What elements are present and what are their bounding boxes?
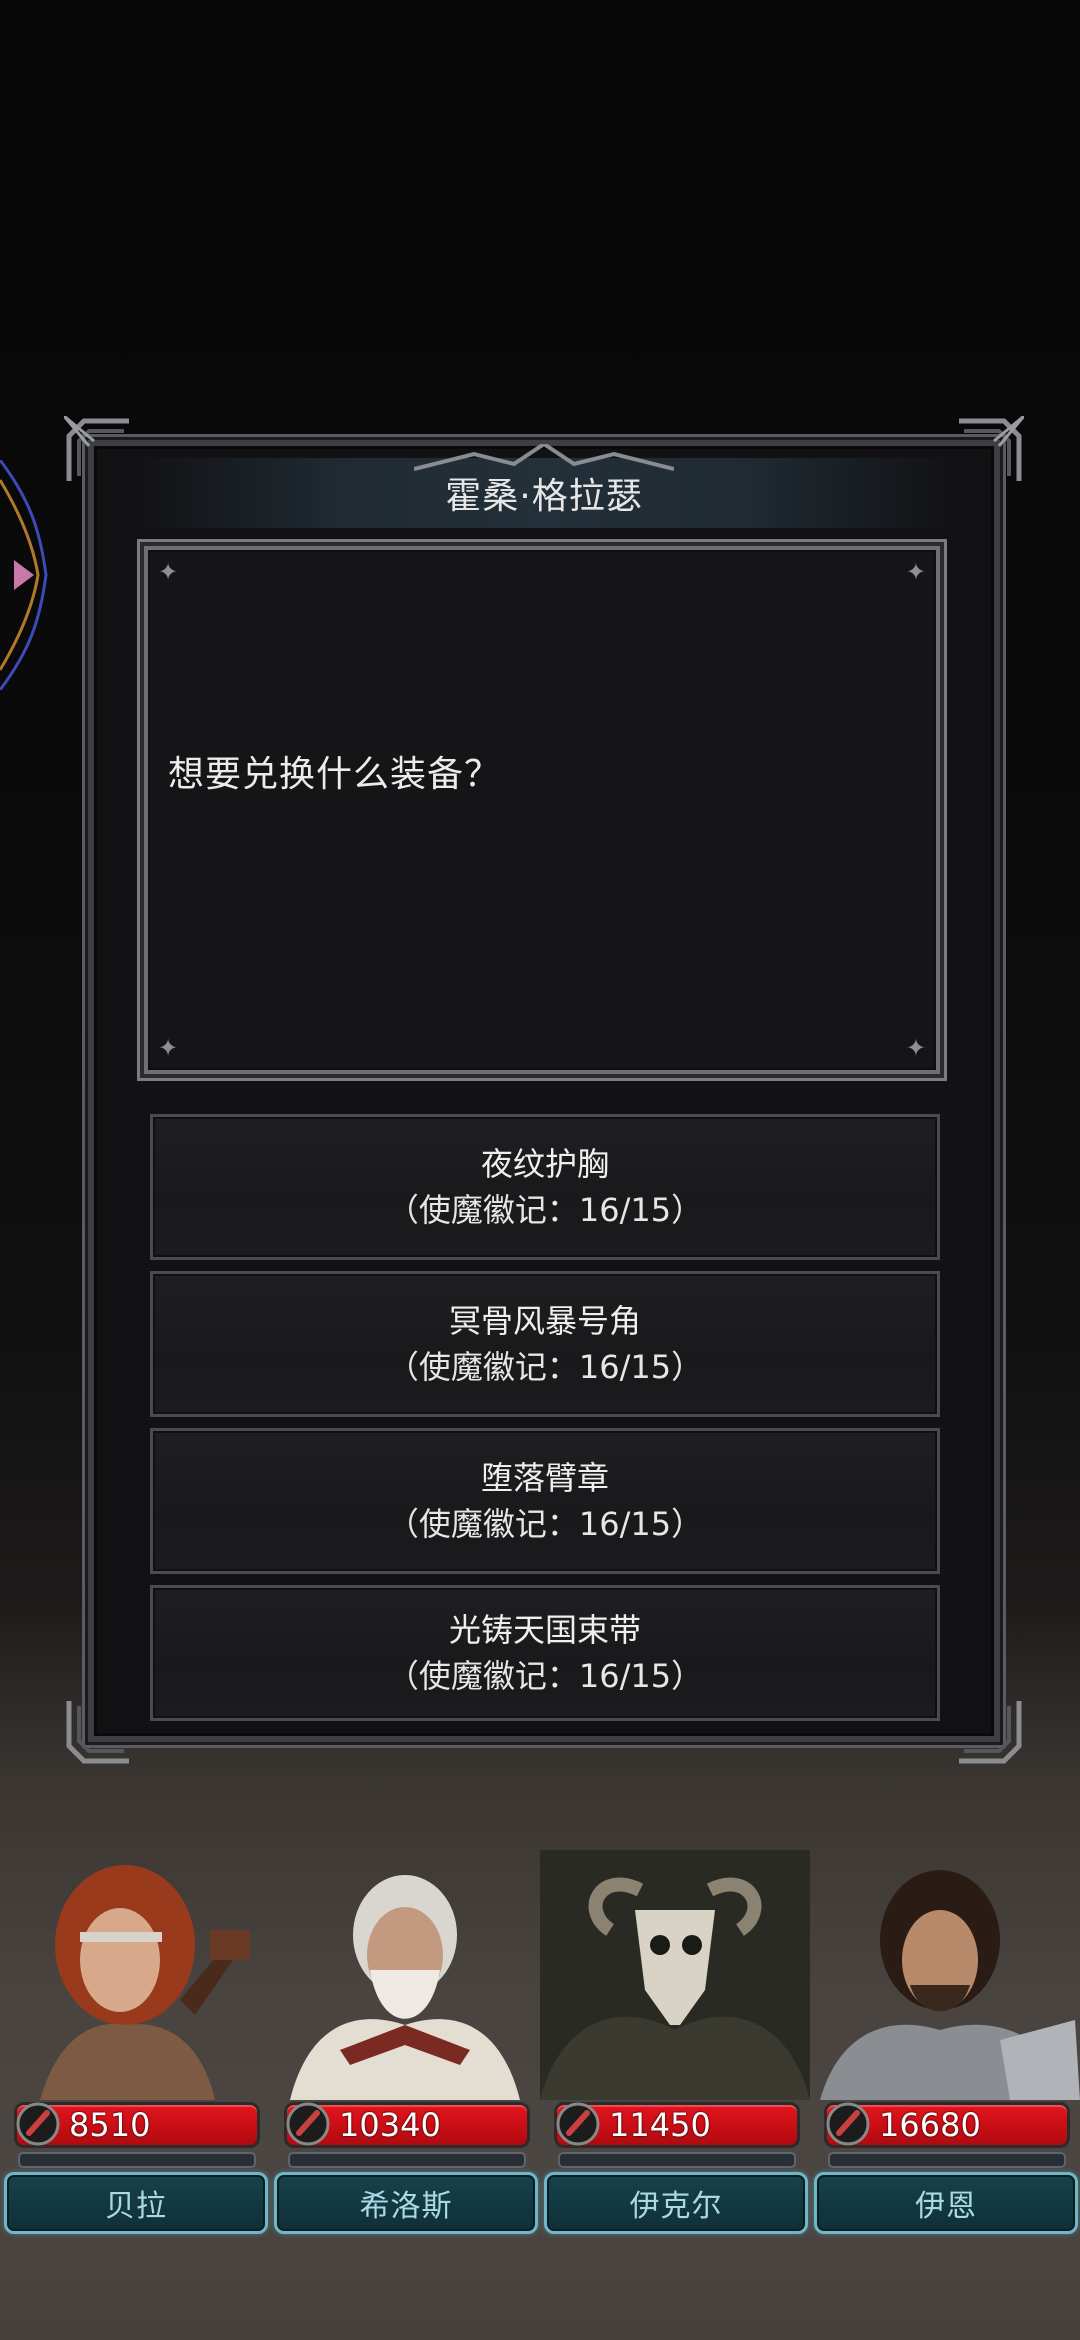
- frame-corner-ornament-icon: [959, 1701, 1022, 1764]
- blood-drop-icon: [826, 2102, 870, 2146]
- party-member[interactable]: 8510 贝拉: [0, 1850, 270, 2234]
- sparkle-icon: ✦: [905, 558, 926, 586]
- frame-corner-ornament-icon: [66, 1701, 129, 1764]
- exchange-option[interactable]: 夜纹护胸 （使魔徽记：16/15）: [150, 1114, 940, 1260]
- character-name: 希洛斯: [359, 2189, 453, 2224]
- blood-drop-icon: [286, 2102, 330, 2146]
- party-member[interactable]: 10340 希洛斯: [270, 1850, 540, 2234]
- mp-bar: [828, 2152, 1066, 2168]
- sparkle-icon: ✦: [158, 558, 179, 586]
- dialog-title-bar: 霍桑·格拉瑟: [134, 444, 954, 528]
- hp-value: 8510: [69, 2106, 151, 2144]
- mp-bar: [288, 2152, 526, 2168]
- character-portrait: [290, 1875, 520, 2100]
- hp-value: 11450: [609, 2106, 711, 2144]
- hp-value: 10340: [339, 2106, 441, 2144]
- party-member[interactable]: 16680 伊恩: [810, 1850, 1080, 2234]
- screen: 霍桑·格拉瑟 ✦ ✦ ✦ ✦ 想要兑换什么装备？ 夜纹护胸 （使魔徽记：16/1…: [0, 0, 1080, 2340]
- option-cost: （使魔徽记：16/15）: [386, 1505, 704, 1543]
- blood-drop-icon: [556, 2102, 600, 2146]
- character-name-plate[interactable]: 贝拉: [4, 2172, 268, 2234]
- hp-bar: 11450: [554, 2102, 800, 2148]
- frame-corner-ornament-icon: [64, 416, 129, 481]
- message-box: ✦ ✦ ✦ ✦ 想要兑换什么装备？: [144, 546, 940, 1074]
- title-ornament-icon: [414, 444, 674, 471]
- character-name: 伊恩: [915, 2189, 977, 2224]
- option-item-name: 堕落臂章: [480, 1459, 609, 1497]
- npc-name: 霍桑·格拉瑟: [445, 476, 643, 517]
- hp-bar: 10340: [284, 2102, 530, 2148]
- hp-value: 16680: [879, 2106, 981, 2144]
- option-item-name: 冥骨风暴号角: [448, 1302, 641, 1340]
- mp-bar: [558, 2152, 796, 2168]
- option-cost: （使魔徽记：16/15）: [386, 1191, 704, 1229]
- character-portrait: [540, 1850, 810, 2100]
- sparkle-icon: ✦: [905, 1034, 926, 1062]
- option-item-name: 光铸天国束带: [448, 1611, 641, 1649]
- side-drawer-arrow-icon[interactable]: [0, 460, 60, 690]
- character-name: 伊克尔: [629, 2189, 723, 2224]
- character-name: 贝拉: [105, 2189, 167, 2224]
- party-member[interactable]: 11450 伊克尔: [540, 1850, 810, 2234]
- character-portrait: [40, 1865, 250, 2100]
- option-cost: （使魔徽记：16/15）: [386, 1348, 704, 1386]
- exchange-option[interactable]: 光铸天国束带 （使魔徽记：16/15）: [150, 1585, 940, 1721]
- dialog-message: 想要兑换什么装备？: [168, 754, 502, 795]
- character-name-plate[interactable]: 希洛斯: [274, 2172, 538, 2234]
- sparkle-icon: ✦: [158, 1034, 179, 1062]
- character-portrait: [820, 1870, 1080, 2100]
- party-bar: 8510 贝拉 10340 希洛斯 11450 伊克尔 16680 伊恩: [0, 1850, 1080, 2234]
- option-item-name: 夜纹护胸: [480, 1145, 609, 1183]
- exchange-option[interactable]: 堕落臂章 （使魔徽记：16/15）: [150, 1428, 940, 1574]
- option-cost: （使魔徽记：16/15）: [386, 1657, 704, 1695]
- frame-corner-ornament-icon: [959, 416, 1024, 481]
- exchange-option[interactable]: 冥骨风暴号角 （使魔徽记：16/15）: [150, 1271, 940, 1417]
- hp-bar: 8510: [14, 2102, 260, 2148]
- mp-bar: [18, 2152, 256, 2168]
- blood-drop-icon: [16, 2102, 60, 2146]
- hp-bar: 16680: [824, 2102, 1070, 2148]
- character-name-plate[interactable]: 伊克尔: [544, 2172, 808, 2234]
- character-name-plate[interactable]: 伊恩: [814, 2172, 1078, 2234]
- dialog-window: 霍桑·格拉瑟 ✦ ✦ ✦ ✦ 想要兑换什么装备？ 夜纹护胸 （使魔徽记：16/1…: [64, 416, 1024, 1764]
